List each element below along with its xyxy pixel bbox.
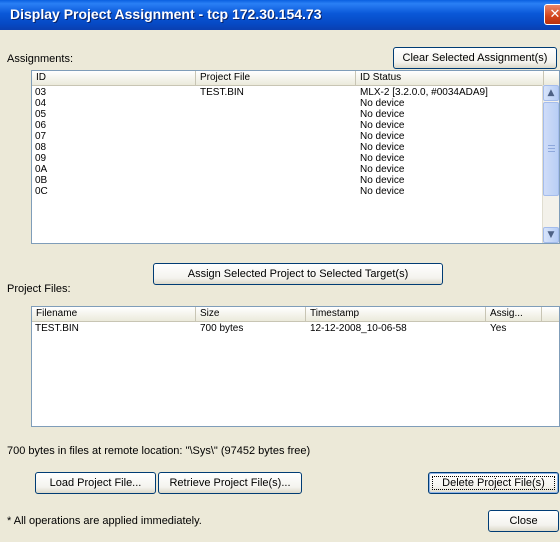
row-status: No device [360, 98, 405, 109]
table-row[interactable]: 08 No device [32, 142, 542, 153]
column-header-timestamp[interactable]: Timestamp [306, 307, 486, 321]
window-title: Display Project Assignment - tcp 172.30.… [10, 6, 322, 22]
project-files-list[interactable]: Filename Size Timestamp Assig... TEST.BI… [31, 306, 560, 427]
row-id: 09 [35, 153, 47, 164]
row-project-file: TEST.BIN [200, 87, 244, 98]
project-files-header: Filename Size Timestamp Assig... [32, 307, 559, 322]
column-header-filler [542, 307, 559, 321]
row-id: 06 [35, 120, 47, 131]
row-id: 0C [35, 186, 48, 197]
row-status: No device [360, 142, 405, 153]
row-id: 03 [35, 87, 47, 98]
scroll-up-icon[interactable]: ▲ [543, 85, 559, 101]
table-row[interactable]: 0C No device [32, 186, 542, 197]
row-status: No device [360, 175, 405, 186]
column-header-id[interactable]: ID [32, 71, 196, 85]
row-timestamp: 12-12-2008_10-06-58 [310, 323, 407, 334]
close-window-icon[interactable]: ✕ [544, 4, 560, 25]
row-status: No device [360, 109, 405, 120]
table-row[interactable]: 04 No device [32, 98, 542, 109]
row-status: No device [360, 131, 405, 142]
footer-note: * All operations are applied immediately… [7, 515, 202, 527]
column-header-size[interactable]: Size [196, 307, 306, 321]
row-id: 04 [35, 98, 47, 109]
row-status: MLX-2 [3.2.0.0, #0034ADA9] [360, 87, 488, 98]
row-status: No device [360, 153, 405, 164]
row-status: No device [360, 186, 405, 197]
row-id: 0B [35, 175, 48, 186]
table-row[interactable]: 09 No device [32, 153, 542, 164]
row-size: 700 bytes [200, 323, 244, 334]
delete-project-files-button[interactable]: Delete Project File(s) [428, 472, 559, 494]
row-id: 05 [35, 109, 47, 120]
table-row[interactable]: 05 No device [32, 109, 542, 120]
assign-project-button[interactable]: Assign Selected Project to Selected Targ… [153, 263, 443, 285]
assignments-label: Assignments: [7, 53, 74, 65]
table-row[interactable]: 07 No device [32, 131, 542, 142]
column-header-filename[interactable]: Filename [32, 307, 196, 321]
load-project-file-button[interactable]: Load Project File... [35, 472, 156, 494]
project-assignment-dialog: Display Project Assignment - tcp 172.30.… [0, 0, 560, 542]
retrieve-project-files-button[interactable]: Retrieve Project File(s)... [158, 472, 302, 494]
delete-button-label: Delete Project File(s) [442, 477, 545, 489]
scrollbar-thumb[interactable] [543, 102, 559, 196]
remote-location-info: 700 bytes in files at remote location: "… [7, 445, 311, 457]
row-id: 08 [35, 142, 47, 153]
scroll-down-icon[interactable]: ▼ [543, 227, 559, 243]
column-header-assigned[interactable]: Assig... [486, 307, 542, 321]
row-id: 0A [35, 164, 48, 175]
project-files-label: Project Files: [7, 283, 71, 295]
table-row[interactable]: 03 TEST.BIN MLX-2 [3.2.0.0, #0034ADA9] [32, 87, 542, 98]
column-header-project-file[interactable]: Project File [196, 71, 356, 85]
table-row[interactable]: 0A No device [32, 164, 542, 175]
assignments-header: ID Project File ID Status [32, 71, 559, 86]
table-row[interactable]: 0B No device [32, 175, 542, 186]
assignments-vertical-scrollbar[interactable]: ▲ ▼ [542, 85, 559, 243]
row-assigned: Yes [490, 323, 507, 334]
table-row[interactable]: TEST.BIN 700 bytes 12-12-2008_10-06-58 Y… [32, 323, 559, 334]
table-row[interactable]: 06 No device [32, 120, 542, 131]
column-header-id-status[interactable]: ID Status [356, 71, 544, 85]
assignments-list[interactable]: ID Project File ID Status 03 TEST.BIN ML… [31, 70, 560, 244]
title-bar[interactable]: Display Project Assignment - tcp 172.30.… [0, 0, 560, 30]
row-status: No device [360, 120, 405, 131]
close-button[interactable]: Close [488, 510, 559, 532]
clear-assignments-button[interactable]: Clear Selected Assignment(s) [393, 47, 557, 69]
row-id: 07 [35, 131, 47, 142]
row-status: No device [360, 164, 405, 175]
row-filename: TEST.BIN [35, 323, 79, 334]
